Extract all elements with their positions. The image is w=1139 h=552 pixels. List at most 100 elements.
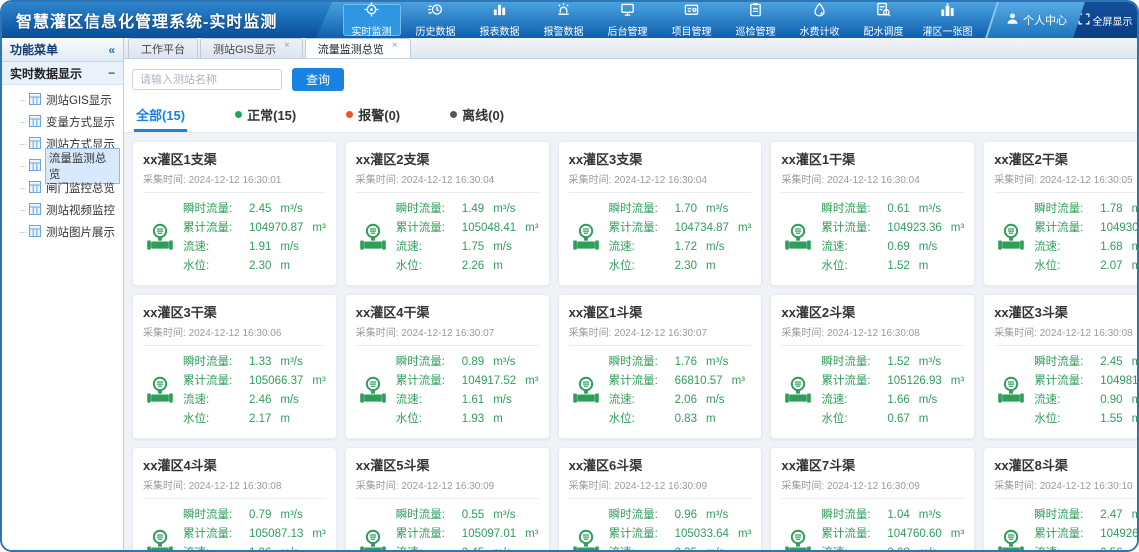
sidebar-section-realtime-display[interactable]: 实时数据显示 − <box>2 62 123 85</box>
nav-label: 实时监测 <box>352 23 392 38</box>
water-level-row: 水位:2.17m <box>183 410 326 429</box>
station-grid: xx灌区1支渠 采集时间: 2024-12-12 16:30:01 瞬时流量:2… <box>132 141 1129 550</box>
collapse-minus-icon: − <box>108 66 115 80</box>
station-card[interactable]: xx灌区3斗渠 采集时间: 2024-12-12 16:30:08 瞬时流量:2… <box>983 294 1137 439</box>
sidebar-item-gate-monitoring-overview[interactable]: 闸门监控总览 <box>16 177 123 199</box>
station-name: xx灌区2斗渠 <box>781 302 964 321</box>
station-name: xx灌区6斗渠 <box>569 455 752 474</box>
sidebar-collapse-icon[interactable]: « <box>108 43 115 57</box>
station-card[interactable]: xx灌区4干渠 采集时间: 2024-12-12 16:30:07 瞬时流量:0… <box>345 294 550 439</box>
personal-center-button[interactable]: 个人中心 <box>985 2 1085 38</box>
filter-alarm[interactable]: 报警(0) <box>344 101 402 132</box>
nav-inspection-management[interactable]: 巡检管理 <box>727 4 785 36</box>
velocity-row: 流速:0.56m/s <box>1034 544 1137 550</box>
station-card[interactable]: xx灌区1干渠 采集时间: 2024-12-12 16:30:04 瞬时流量:0… <box>770 141 975 286</box>
nav-report-data[interactable]: 报表数据 <box>471 4 529 36</box>
station-card[interactable]: xx灌区3干渠 采集时间: 2024-12-12 16:30:06 瞬时流量:1… <box>132 294 337 439</box>
nav-label: 后台管理 <box>608 23 648 38</box>
flow-meter-icon <box>356 376 390 406</box>
filter-label: 正常(15) <box>247 105 296 124</box>
collect-time: 采集时间: 2024-12-12 16:30:04 <box>781 171 964 193</box>
instant-flow-row: 瞬时流量:1.78m³/s <box>1034 200 1137 219</box>
station-card[interactable]: xx灌区4斗渠 采集时间: 2024-12-12 16:30:08 瞬时流量:0… <box>132 447 337 550</box>
collect-time: 采集时间: 2024-12-12 16:30:07 <box>356 324 539 346</box>
station-name: xx灌区1支渠 <box>143 149 326 168</box>
station-name-search-input[interactable] <box>132 69 282 90</box>
total-flow-row: 累计流量:104734.87m³ <box>609 219 752 238</box>
app-window: 智慧灌区信息化管理系统-实时监测 实时监测 历史数据 报表数据 报警数据 后台管… <box>0 0 1139 552</box>
tab-station-gis[interactable]: 测站GIS显示 × <box>200 38 303 58</box>
flow-meter-icon <box>781 529 815 550</box>
nav-alarm-data[interactable]: 报警数据 <box>535 4 593 36</box>
sidebar-item-station-gis[interactable]: 测站GIS显示 <box>16 89 123 111</box>
close-icon[interactable]: × <box>284 40 290 51</box>
velocity-row: 流速:1.72m/s <box>609 238 752 257</box>
station-card-area: xx灌区1支渠 采集时间: 2024-12-12 16:30:01 瞬时流量:2… <box>124 133 1137 550</box>
station-card[interactable]: xx灌区5斗渠 采集时间: 2024-12-12 16:30:09 瞬时流量:0… <box>345 447 550 550</box>
flow-meter-icon <box>569 223 603 253</box>
sidebar-item-flow-monitoring-overview[interactable]: 流量监测总览 <box>16 155 123 177</box>
nav-label: 灌区一张图 <box>923 23 973 38</box>
station-card[interactable]: xx灌区7斗渠 采集时间: 2024-12-12 16:30:09 瞬时流量:1… <box>770 447 975 550</box>
station-card[interactable]: xx灌区2干渠 采集时间: 2024-12-12 16:30:05 瞬时流量:1… <box>983 141 1137 286</box>
total-flow-row: 累计流量:104923.36m³ <box>821 219 964 238</box>
collect-time: 采集时间: 2024-12-12 16:30:04 <box>569 171 752 193</box>
nav-irrigation-map[interactable]: 灌区一张图 <box>919 4 977 36</box>
nav-realtime-monitoring[interactable]: 实时监测 <box>343 4 401 36</box>
flow-meter-icon <box>781 376 815 406</box>
sidebar-item-variable-display[interactable]: 变量方式显示 <box>16 111 123 133</box>
document-search-icon <box>876 2 891 22</box>
collect-time: 采集时间: 2024-12-12 16:30:04 <box>356 171 539 193</box>
app-header: 智慧灌区信息化管理系统-实时监测 实时监测 历史数据 报表数据 报警数据 后台管… <box>2 2 1137 38</box>
collect-time: 采集时间: 2024-12-12 16:30:09 <box>781 477 964 499</box>
station-name: xx灌区4干渠 <box>356 302 539 321</box>
collect-time: 采集时间: 2024-12-12 16:30:10 <box>994 477 1137 499</box>
filter-all[interactable]: 全部(15) <box>134 101 187 132</box>
station-name: xx灌区1干渠 <box>781 149 964 168</box>
filter-offline[interactable]: 离线(0) <box>448 101 506 132</box>
station-card[interactable]: xx灌区2斗渠 采集时间: 2024-12-12 16:30:08 瞬时流量:1… <box>770 294 975 439</box>
query-button[interactable]: 查询 <box>292 68 344 91</box>
station-card[interactable]: xx灌区6斗渠 采集时间: 2024-12-12 16:30:09 瞬时流量:0… <box>558 447 763 550</box>
station-card[interactable]: xx灌区8斗渠 采集时间: 2024-12-12 16:30:10 瞬时流量:2… <box>983 447 1137 550</box>
instant-flow-row: 瞬时流量:1.70m³/s <box>609 200 752 219</box>
grid-table-icon <box>29 225 41 240</box>
total-flow-row: 累计流量:105048.41m³ <box>396 219 539 238</box>
target-icon <box>364 2 379 22</box>
nav-label: 报表数据 <box>480 23 520 38</box>
collect-time: 采集时间: 2024-12-12 16:30:01 <box>143 171 326 193</box>
tab-label: 测站GIS显示 <box>213 41 276 57</box>
nav-history-data[interactable]: 历史数据 <box>407 4 465 36</box>
sidebar-item-label: 测站GIS显示 <box>46 92 112 108</box>
search-bar: 查询 <box>124 59 1137 99</box>
station-name: xx灌区3支渠 <box>569 149 752 168</box>
sidebar-item-station-video[interactable]: 测站视频监控 <box>16 199 123 221</box>
nav-backend-management[interactable]: 后台管理 <box>599 4 657 36</box>
flow-meter-icon <box>994 529 1028 550</box>
nav-water-fee[interactable]: 水费计收 <box>791 4 849 36</box>
total-flow-row: 累计流量:105066.37m³ <box>183 372 326 391</box>
flow-meter-icon <box>356 223 390 253</box>
grid-table-icon <box>29 181 41 196</box>
velocity-row: 流速:1.91m/s <box>183 238 326 257</box>
instant-flow-row: 瞬时流量:1.52m³/s <box>821 353 964 372</box>
station-card[interactable]: xx灌区1支渠 采集时间: 2024-12-12 16:30:01 瞬时流量:2… <box>132 141 337 286</box>
velocity-row: 流速:0.90m/s <box>1034 391 1137 410</box>
water-drop-icon <box>812 2 827 22</box>
total-flow-row: 累计流量:104930.24m³ <box>1034 219 1137 238</box>
flow-meter-icon <box>143 223 177 253</box>
nav-water-dispatch[interactable]: 配水调度 <box>855 4 913 36</box>
close-icon[interactable]: × <box>392 40 398 51</box>
filter-normal[interactable]: 正常(15) <box>233 101 298 132</box>
station-card[interactable]: xx灌区1斗渠 采集时间: 2024-12-12 16:30:07 瞬时流量:1… <box>558 294 763 439</box>
station-card[interactable]: xx灌区2支渠 采集时间: 2024-12-12 16:30:04 瞬时流量:1… <box>345 141 550 286</box>
velocity-row: 流速:2.08m/s <box>821 544 964 550</box>
instant-flow-row: 瞬时流量:2.47m³/s <box>1034 506 1137 525</box>
tab-label: 工作平台 <box>141 41 185 57</box>
tab-flow-monitoring-overview[interactable]: 流量监测总览 × <box>305 38 411 58</box>
nav-project-management[interactable]: 项目管理 <box>663 4 721 36</box>
station-card[interactable]: xx灌区3支渠 采集时间: 2024-12-12 16:30:04 瞬时流量:1… <box>558 141 763 286</box>
sidebar-item-station-pictures[interactable]: 测站图片展示 <box>16 221 123 243</box>
tab-workbench[interactable]: 工作平台 <box>128 38 198 58</box>
status-dot-alarm <box>346 111 353 118</box>
